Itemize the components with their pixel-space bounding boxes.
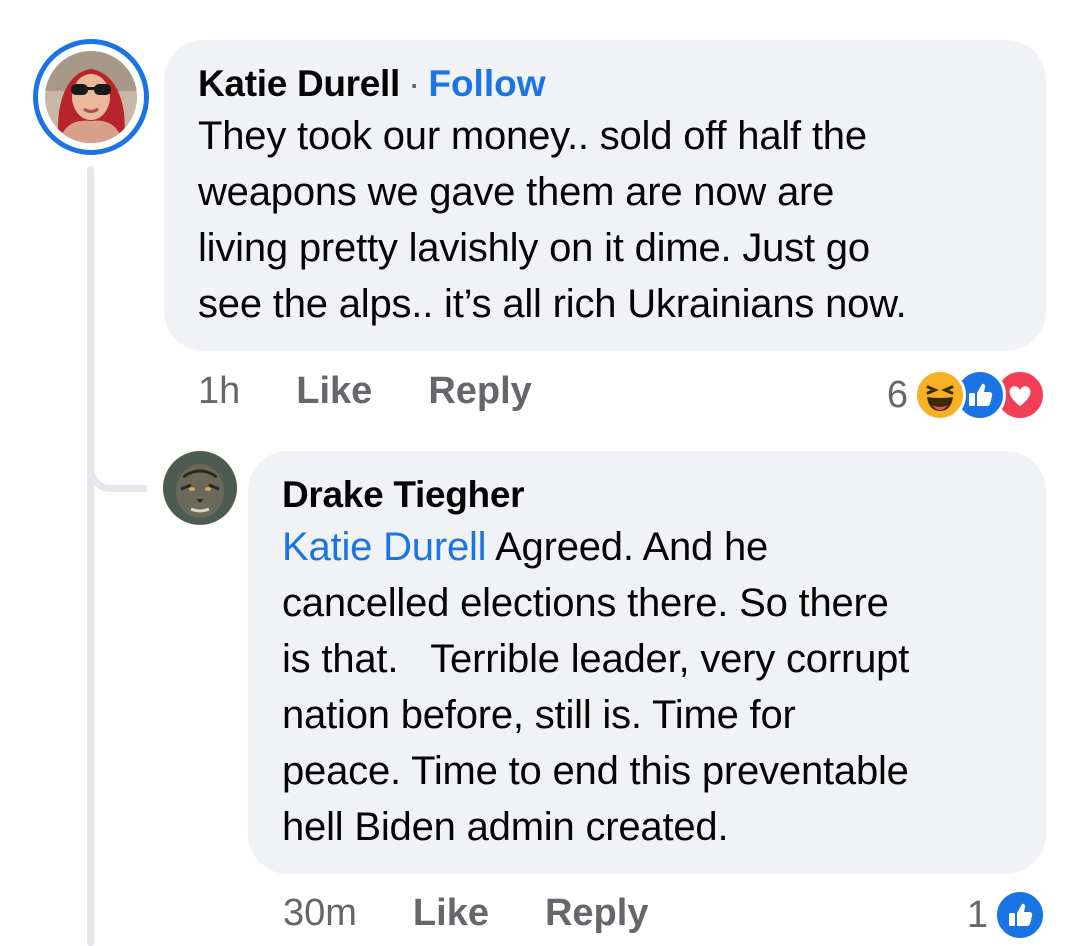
like-button[interactable]: Like bbox=[413, 892, 489, 935]
thread-line bbox=[87, 166, 94, 946]
reply-button[interactable]: Reply bbox=[545, 892, 648, 935]
avatar[interactable] bbox=[163, 451, 237, 525]
follow-button[interactable]: Follow bbox=[428, 63, 545, 104]
comment-header: Drake Tiegher bbox=[282, 471, 1012, 519]
comment-text: They took our money.. sold off half the … bbox=[198, 114, 907, 326]
author-name[interactable]: Drake Tiegher bbox=[282, 474, 525, 515]
avatar-photo-katie bbox=[45, 51, 137, 143]
haha-icon bbox=[914, 369, 966, 421]
comment-bubble: Katie Durell · Follow They took our money.… bbox=[164, 40, 1046, 351]
story-ring[interactable] bbox=[33, 39, 149, 155]
avatar-photo-drake bbox=[163, 451, 237, 525]
like-icon bbox=[994, 889, 1046, 941]
comment-body: Agreed. And he cancelled elections there… bbox=[282, 525, 910, 849]
comment-bubble: Drake Tiegher Katie Durell Agreed. And h… bbox=[248, 451, 1046, 874]
reaction-summary[interactable]: 6 bbox=[887, 369, 1046, 421]
comment-actions: 1h Like Reply bbox=[198, 370, 532, 413]
reaction-summary[interactable]: 1 bbox=[967, 889, 1046, 941]
comment-text: Katie Durell Agreed. And he cancelled el… bbox=[282, 519, 1012, 855]
author-name[interactable]: Katie Durell bbox=[198, 63, 400, 104]
separator-dot: · bbox=[408, 63, 421, 104]
mention-link[interactable]: Katie Durell bbox=[282, 525, 487, 569]
reply-button[interactable]: Reply bbox=[428, 370, 531, 413]
like-button[interactable]: Like bbox=[296, 370, 372, 413]
timestamp[interactable]: 1h bbox=[198, 370, 240, 413]
timestamp[interactable]: 30m bbox=[283, 892, 357, 935]
comment-header: Katie Durell · Follow bbox=[198, 60, 1012, 108]
reaction-count: 6 bbox=[886, 373, 908, 416]
avatar[interactable] bbox=[45, 51, 137, 143]
reaction-count: 1 bbox=[966, 893, 988, 936]
comment-actions: 30m Like Reply bbox=[283, 892, 648, 935]
reply-connector bbox=[87, 462, 147, 492]
